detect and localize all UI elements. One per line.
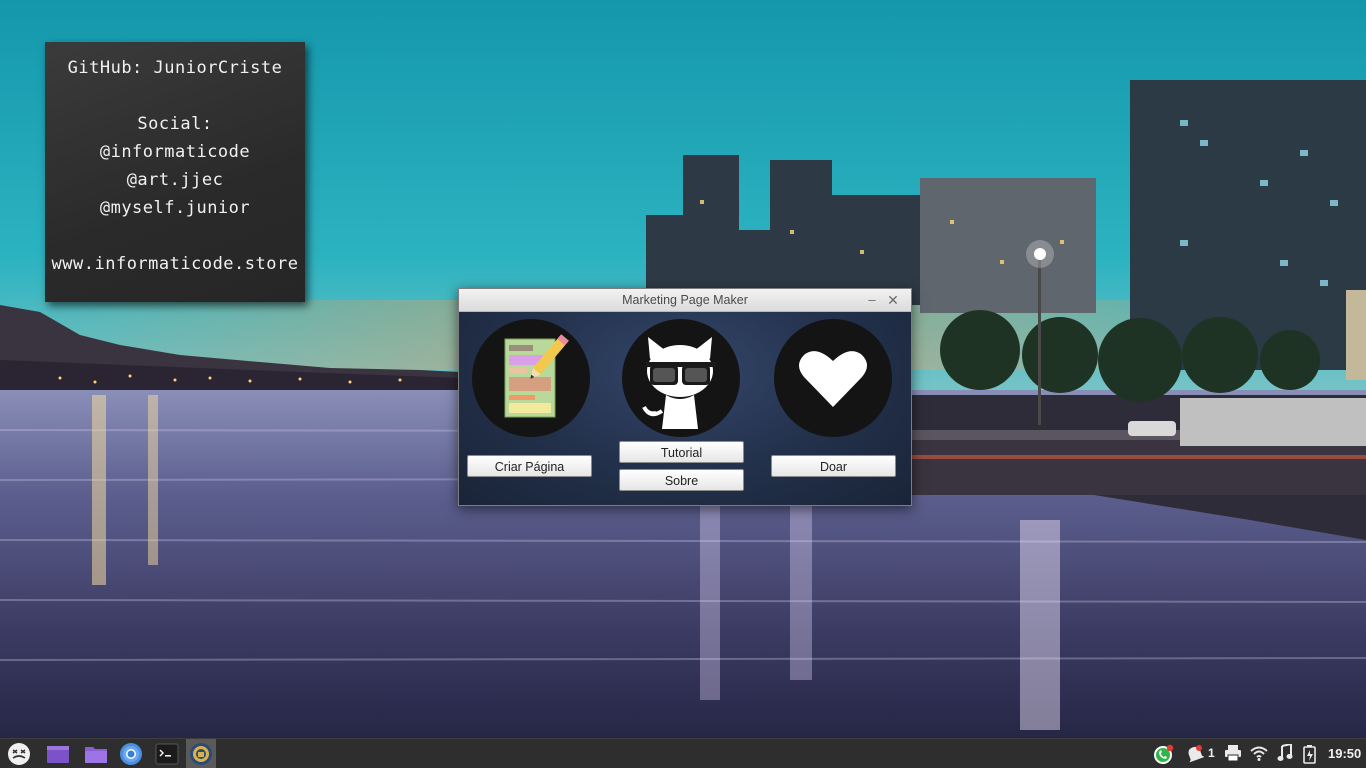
- note-github: GitHub: JuniorCriste: [67, 58, 283, 78]
- note-handle: @myself.junior: [99, 198, 251, 218]
- battery-icon[interactable]: [1302, 744, 1318, 764]
- files-icon[interactable]: [84, 742, 108, 766]
- note-handle: @informaticode: [99, 142, 251, 162]
- close-button[interactable]: ✕: [884, 291, 902, 309]
- heart-icon: [774, 319, 892, 437]
- page-editor-icon: [472, 319, 590, 437]
- chrome-icon[interactable]: [119, 742, 143, 766]
- taskbar: 1 19:50: [0, 738, 1366, 768]
- workspace-icon[interactable]: [46, 742, 70, 766]
- desktop-note-widget: GitHub: JuniorCriste Social: @informatic…: [45, 42, 305, 302]
- whatsapp-icon[interactable]: [1152, 744, 1174, 764]
- printer-icon[interactable]: [1224, 744, 1242, 764]
- note-website: www.informaticode.store: [51, 254, 299, 274]
- terminal-icon[interactable]: [155, 742, 179, 766]
- minimize-button[interactable]: –: [863, 291, 881, 309]
- clock[interactable]: 19:50: [1328, 746, 1361, 761]
- notification-icon[interactable]: [1186, 744, 1205, 764]
- app-window: Marketing Page Maker – ✕ Criar Página Tu…: [458, 288, 912, 506]
- github-octocat-icon: [622, 319, 740, 437]
- wifi-icon[interactable]: [1250, 744, 1268, 764]
- window-titlebar[interactable]: Marketing Page Maker – ✕: [459, 289, 911, 312]
- tutorial-button[interactable]: Tutorial: [619, 441, 744, 463]
- window-title: Marketing Page Maker: [622, 293, 748, 307]
- note-handle: @art.jjec: [126, 170, 224, 190]
- window-content: Criar Página Tutorial Sobre Doar: [459, 312, 911, 505]
- donate-button[interactable]: Doar: [771, 455, 896, 477]
- app-icon[interactable]: [189, 742, 213, 766]
- menu-icon[interactable]: [7, 742, 31, 766]
- notification-count: 1: [1208, 746, 1215, 760]
- music-icon[interactable]: [1277, 742, 1293, 764]
- note-social-heading: Social:: [137, 114, 213, 134]
- create-page-button[interactable]: Criar Página: [467, 455, 592, 477]
- about-button[interactable]: Sobre: [619, 469, 744, 491]
